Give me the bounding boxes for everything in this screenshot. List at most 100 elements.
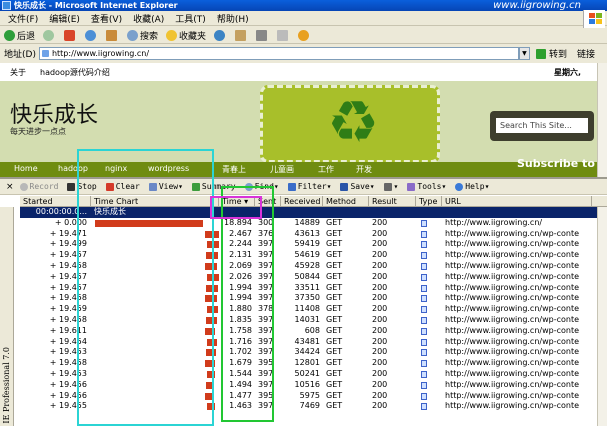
find-button[interactable]: Find ▾: [244, 182, 279, 191]
table-row[interactable]: + 19.459 1.880 378 11408 GET 200 http://www.ii…: [20, 304, 607, 315]
stop-record-button[interactable]: Stop: [67, 182, 97, 191]
menu-favorites[interactable]: 收藏(A): [133, 12, 164, 25]
cell-time: 2.244: [229, 239, 252, 249]
address-input[interactable]: http://www.iigrowing.cn/: [38, 47, 519, 60]
table-row[interactable]: + 19.458 1.679 395 12801 GET 200 http://www.ii…: [20, 358, 607, 369]
table-row[interactable]: + 19.454 1.716 397 43481 GET 200 http://www.ii…: [20, 337, 607, 348]
table-row[interactable]: + 19.456 1.494 397 10516 GET 200 http://www.ii…: [20, 380, 607, 391]
refresh-button[interactable]: [85, 29, 98, 41]
table-row[interactable]: + 19.471 2.467 376 43613 GET 200 http://www.ii…: [20, 229, 607, 240]
help-button[interactable]: Help ▾: [455, 182, 489, 191]
page-scrollbar[interactable]: [597, 63, 607, 177]
cell-started: + 19.459: [49, 304, 87, 314]
table-row[interactable]: + 19.499 2.244 397 59419 GET 200 http://www.ii…: [20, 239, 607, 250]
menu-view[interactable]: 查看(V): [91, 12, 122, 25]
cell-method: GET: [326, 217, 343, 227]
history-button[interactable]: [214, 29, 227, 41]
table-row[interactable]: + 19.611 1.758 397 608 GET 200 http://www.iigr…: [20, 326, 607, 337]
col-type[interactable]: Type: [416, 196, 442, 206]
col-url[interactable]: URL: [442, 196, 592, 206]
col-started[interactable]: Started: [20, 196, 91, 206]
favorites-button[interactable]: 收藏夹: [166, 29, 206, 42]
page-group-row[interactable]: 00:00:00.0... 快乐成长: [20, 207, 607, 218]
site-menu-nginx[interactable]: nginx: [105, 164, 127, 173]
mail-button[interactable]: [235, 29, 248, 41]
record-button[interactable]: Record: [19, 182, 58, 191]
table-row[interactable]: + 19.455 1.463 397 7469 GET 200 http://www.iig…: [20, 401, 607, 412]
view-button[interactable]: View ▾: [148, 182, 183, 191]
address-label: 地址(D): [4, 50, 36, 60]
print-button[interactable]: [256, 29, 269, 41]
cell-method: GET: [326, 293, 343, 303]
address-dropdown[interactable]: ▼: [518, 47, 530, 60]
document-type-icon: [421, 392, 427, 400]
list-scrollbar[interactable]: [597, 207, 607, 426]
col-method[interactable]: Method: [323, 196, 369, 206]
timing-bar: [206, 252, 218, 260]
site-title[interactable]: 快乐成长: [10, 97, 98, 129]
nav-hadoop[interactable]: hadoop源代码介绍: [40, 67, 110, 78]
document-type-icon: [421, 403, 427, 411]
stop-button[interactable]: [64, 29, 77, 41]
product-label: IE Professional 7.0: [2, 347, 11, 424]
table-row[interactable]: + 19.457 2.131 397 54619 GET 200 http://www.ii…: [20, 250, 607, 261]
document-type-icon: [421, 360, 427, 368]
search-button[interactable]: 搜索: [127, 29, 158, 42]
web-content: 关于 hadoop源代码介绍 星期六, 快乐成长 每天进步一点点 ♻ Searc…: [0, 63, 597, 177]
table-row[interactable]: + 19.453 1.544 397 50241 GET 200 http://www.ii…: [20, 369, 607, 380]
filter-button[interactable]: Filter ▾: [287, 182, 331, 191]
cell-method: GET: [326, 314, 343, 324]
cell-method: GET: [326, 282, 343, 292]
site-menu-home[interactable]: Home: [14, 164, 38, 173]
table-row[interactable]: + 19.458 1.994 397 37350 GET 200 http://www.ii…: [20, 293, 607, 304]
col-time[interactable]: Time ▾: [219, 196, 255, 206]
site-search-input[interactable]: Search This Site...: [496, 118, 588, 133]
back-button[interactable]: 后退: [4, 29, 35, 42]
col-sent[interactable]: Sent: [255, 196, 281, 206]
clear-icon: [105, 182, 114, 191]
table-row[interactable]: + 0.000 18.894 300 14889 GET 200 http://www.ii…: [20, 218, 607, 229]
menu-edit[interactable]: 编辑(E): [49, 12, 80, 25]
cell-sent: 300: [258, 217, 274, 227]
site-menu-youth[interactable]: 青春上: [222, 164, 246, 175]
home-button[interactable]: [106, 29, 119, 41]
document-type-icon: [421, 370, 427, 378]
links-label[interactable]: 链接: [577, 47, 595, 60]
forward-button[interactable]: [43, 29, 56, 41]
table-row[interactable]: + 19.457 1.994 397 33511 GET 200 http://www.ii…: [20, 283, 607, 294]
col-received[interactable]: Received: [281, 196, 323, 206]
cell-url: http://www.iigrowing.cn/wp-conte: [445, 314, 580, 324]
edit-button[interactable]: [277, 29, 290, 41]
close-icon[interactable]: ×: [6, 182, 14, 192]
nav-about[interactable]: 关于: [10, 67, 26, 78]
site-menu-work[interactable]: 工作: [318, 164, 334, 175]
site-menu-bar: Home hadoop nginx wordpress 青春上 儿童画 工作 开…: [0, 162, 597, 177]
menu-help[interactable]: 帮助(H): [217, 12, 249, 25]
recycle-icon: ♻: [327, 88, 379, 156]
print-button[interactable]: ▾: [383, 182, 398, 191]
col-time-chart[interactable]: Time Chart: [91, 196, 219, 206]
cell-method: GET: [326, 239, 343, 249]
cell-time: 2.069: [229, 260, 252, 270]
menu-tools[interactable]: 工具(T): [175, 12, 206, 25]
site-menu-kids-art[interactable]: 儿童画: [270, 164, 294, 175]
table-row[interactable]: + 19.456 1.477 395 5975 GET 200 http://www.iig…: [20, 391, 607, 402]
col-result[interactable]: Result: [369, 196, 416, 206]
site-menu-hadoop[interactable]: hadoop: [58, 164, 88, 173]
cell-sent: 397: [258, 260, 274, 270]
summary-button[interactable]: Summary: [191, 182, 236, 191]
subscribe-link[interactable]: Subscribe to: [517, 157, 595, 170]
table-row[interactable]: + 19.458 1.835 397 14031 GET 200 http://www.ii…: [20, 315, 607, 326]
table-row[interactable]: + 19.457 2.026 397 50844 GET 200 http://www.ii…: [20, 272, 607, 283]
table-row[interactable]: + 19.453 1.702 397 34424 GET 200 http://www.ii…: [20, 347, 607, 358]
go-button[interactable]: 转到: [535, 47, 567, 60]
tools-button[interactable]: Tools ▾: [407, 182, 446, 191]
site-menu-wordpress[interactable]: wordpress: [148, 164, 189, 173]
table-row[interactable]: + 19.458 2.069 397 45928 GET 200 http://www.ii…: [20, 261, 607, 272]
site-menu-dev[interactable]: 开发: [356, 164, 372, 175]
messenger-button[interactable]: [298, 29, 311, 41]
cell-url: http://www.iigrowing.cn/wp-conte: [445, 401, 580, 411]
menu-file[interactable]: 文件(F): [8, 12, 38, 25]
save-button[interactable]: Save ▾: [340, 182, 375, 191]
clear-button[interactable]: Clear: [105, 182, 140, 191]
